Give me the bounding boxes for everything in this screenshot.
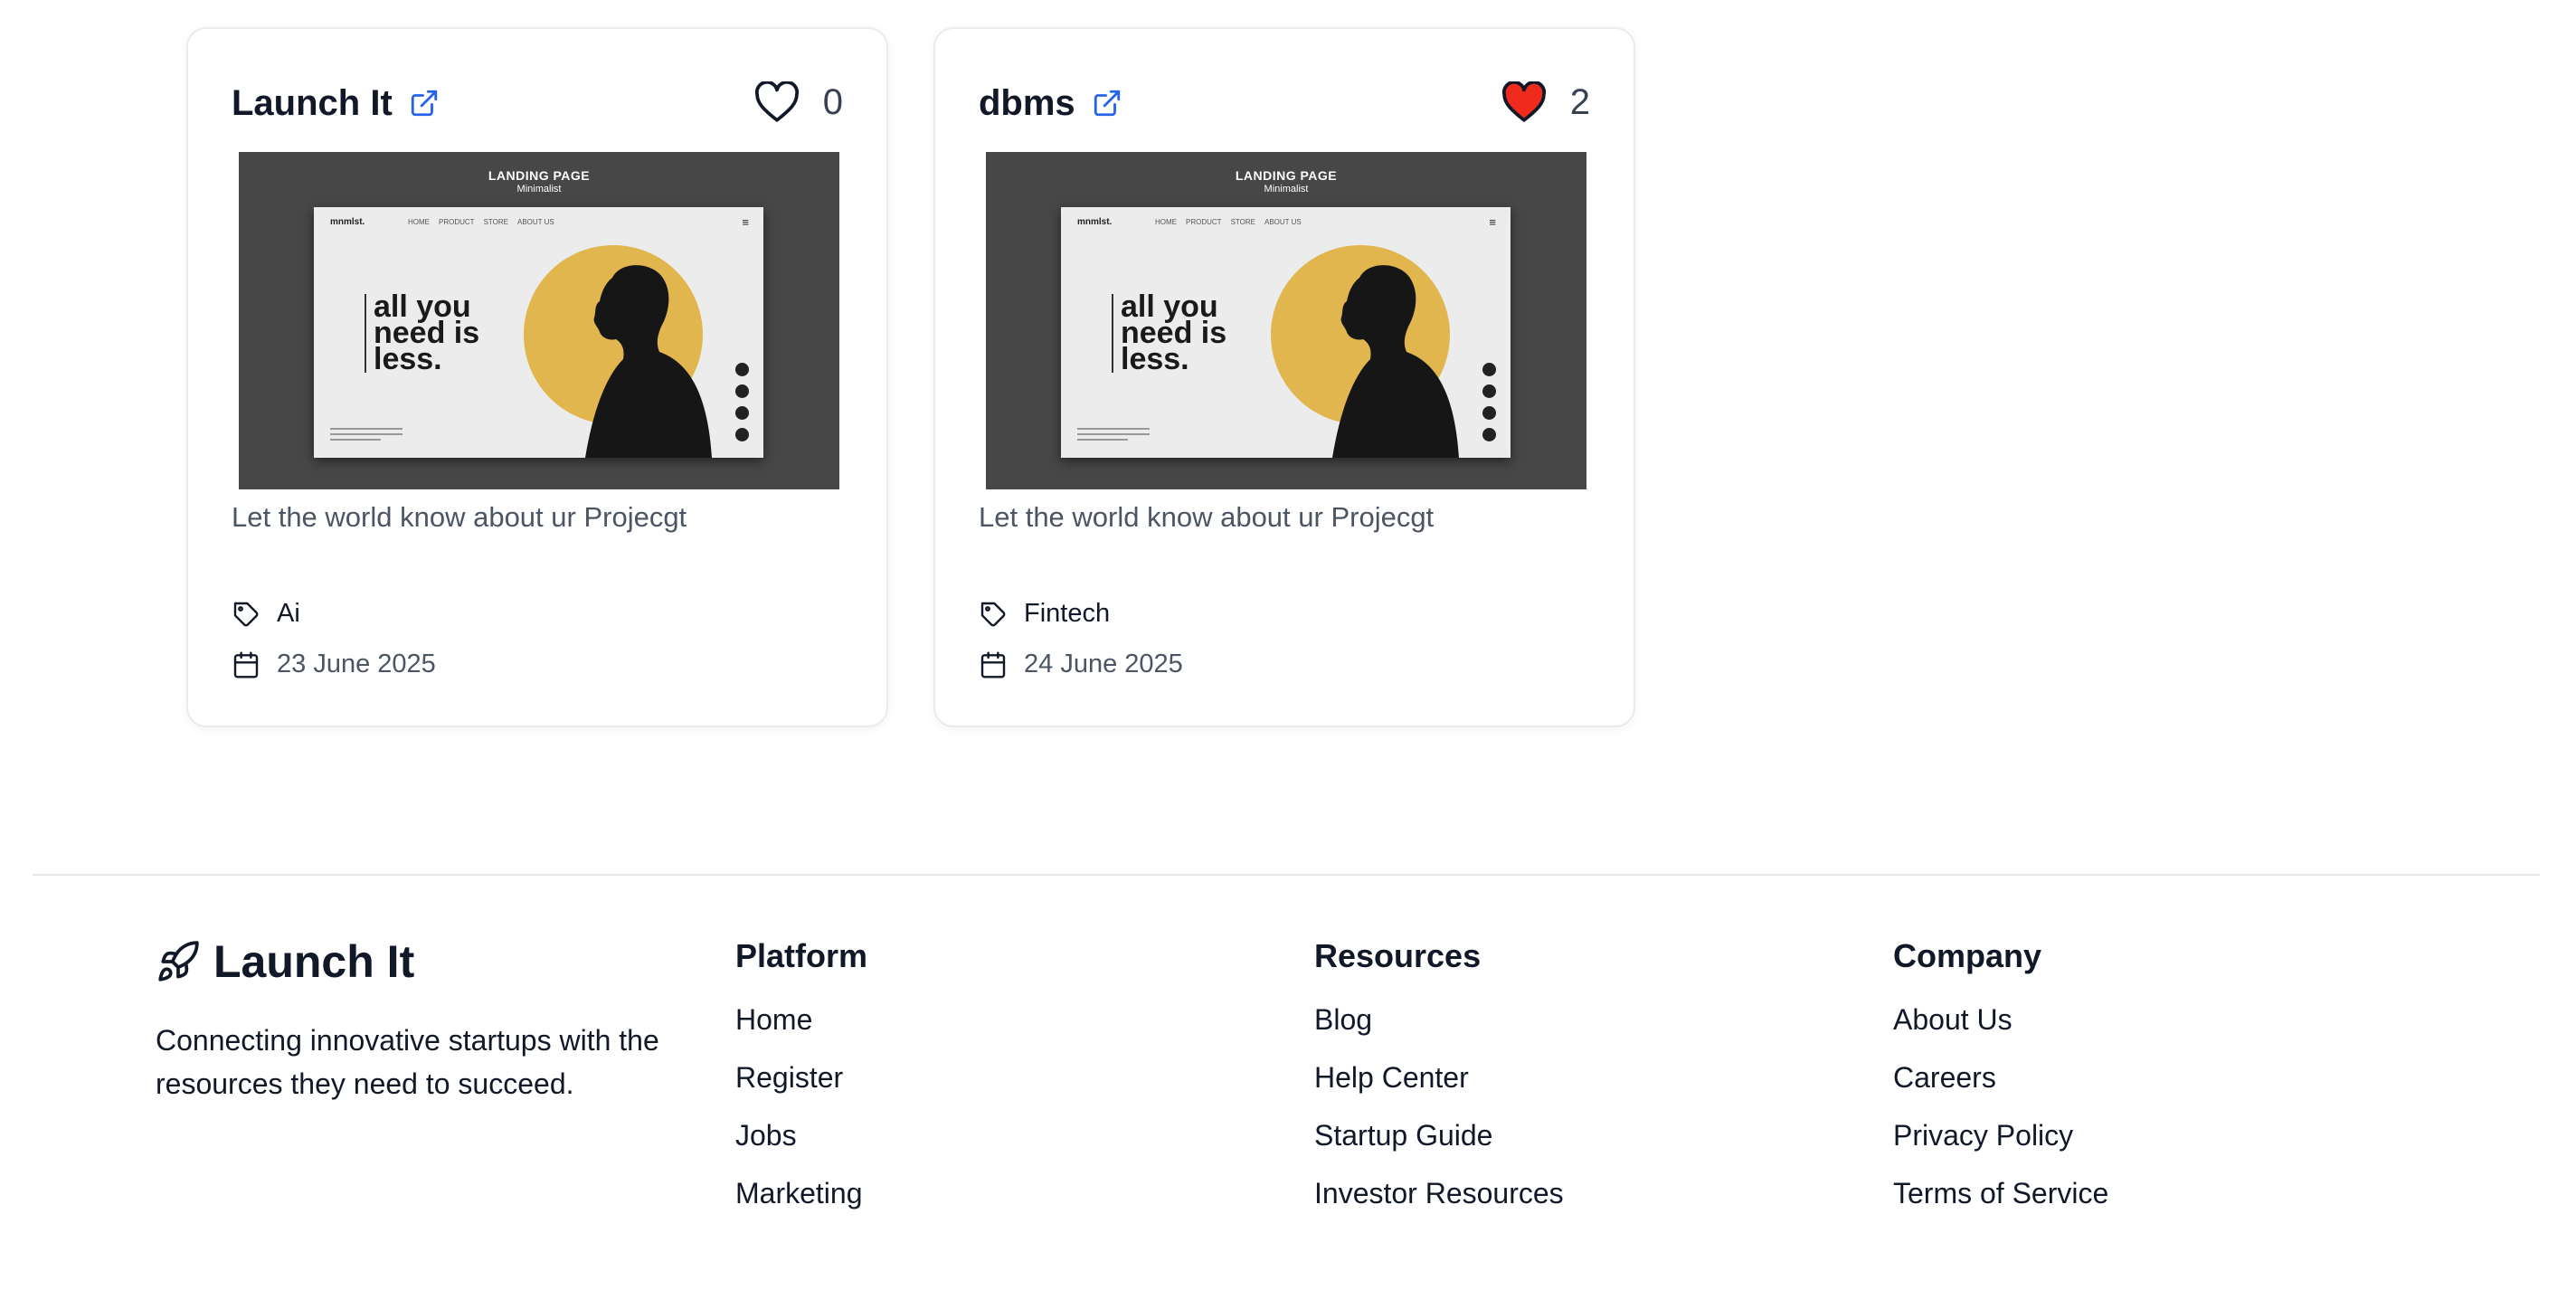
date-label: 23 June 2025 <box>277 650 436 678</box>
card-tag: Fintech <box>979 599 1110 629</box>
external-link-icon[interactable] <box>1092 88 1122 119</box>
preview-person-silhouette <box>585 265 712 458</box>
project-preview-image: LANDING PAGE Minimalist mnmlst. HOME PRO… <box>986 152 1586 489</box>
card-title[interactable]: Launch It <box>232 78 393 128</box>
preview-headline: all you need is less. <box>1112 291 1226 376</box>
preview-subtitle: Minimalist <box>516 184 562 194</box>
footer-brand-name[interactable]: Launch It <box>213 935 414 988</box>
preview-heading: LANDING PAGE Minimalist <box>239 168 839 194</box>
preview-headline-line: less. <box>1121 342 1189 376</box>
card-description: Let the world know about ur Projecgt <box>232 501 687 533</box>
card-title-link[interactable]: Launch It <box>232 78 440 128</box>
preview-nav-item: HOME <box>1155 218 1177 226</box>
footer-link-startup-guide[interactable]: Startup Guide <box>1314 1118 1564 1176</box>
tag-label: Fintech <box>1024 599 1111 628</box>
project-card: dbms 2 LANDING PAGE Minimalist mnmlst. H… <box>933 27 1635 727</box>
preview-social-icons <box>1482 363 1496 441</box>
preview-logo: mnmlst. <box>1077 217 1113 227</box>
footer-column-title: Resources <box>1314 937 1482 974</box>
footer-link-help-center[interactable]: Help Center <box>1314 1060 1564 1118</box>
footer-link-investor-resources[interactable]: Investor Resources <box>1314 1176 1564 1234</box>
footer-column-title: Platform <box>735 937 868 974</box>
project-preview-image: LANDING PAGE Minimalist mnmlst. HOME PRO… <box>239 152 839 489</box>
preview-heading: LANDING PAGE Minimalist <box>986 168 1586 194</box>
preview-subtitle: Minimalist <box>1264 184 1309 194</box>
footer-link-blog[interactable]: Blog <box>1314 1002 1564 1060</box>
card-header: Launch It 0 <box>232 78 843 141</box>
card-description: Let the world know about ur Projecgt <box>979 501 1435 533</box>
preview-footer-text <box>330 428 402 444</box>
preview-footer-text <box>1077 428 1150 444</box>
preview-nav-item: HOME <box>408 218 430 226</box>
calendar-icon <box>980 650 1006 678</box>
preview-nav-item: ABOUT US <box>516 218 554 226</box>
footer-link-privacy-policy[interactable]: Privacy Policy <box>1893 1118 2108 1176</box>
footer-brand[interactable]: Launch It <box>156 935 414 988</box>
footer-divider <box>33 874 2540 876</box>
footer-link-about-us[interactable]: About Us <box>1893 1002 2108 1060</box>
tag-icon <box>980 602 1006 626</box>
card-date: 23 June 2025 <box>232 650 436 679</box>
preview-nav: HOME PRODUCT STORE ABOUT US <box>408 218 554 226</box>
preview-mockup: mnmlst. HOME PRODUCT STORE ABOUT US ≡ al… <box>314 207 763 458</box>
preview-title: LANDING PAGE <box>488 168 591 183</box>
preview-headline: all you need is less. <box>365 291 479 376</box>
footer-link-terms-of-service[interactable]: Terms of Service <box>1893 1176 2108 1234</box>
preview-nav-item: STORE <box>1230 218 1255 226</box>
card-title-link[interactable]: dbms <box>979 78 1122 128</box>
preview-mockup: mnmlst. HOME PRODUCT STORE ABOUT US ≡ al… <box>1061 207 1511 458</box>
rocket-icon <box>158 941 199 982</box>
preview-menu-icon: ≡ <box>1489 215 1496 229</box>
preview-nav-item: PRODUCT <box>439 218 475 226</box>
preview-logo: mnmlst. <box>330 217 365 227</box>
tag-label: Ai <box>277 599 300 628</box>
footer-tagline: Connecting innovative startups with the … <box>156 1024 659 1100</box>
card-date: 24 June 2025 <box>979 650 1183 679</box>
date-label: 24 June 2025 <box>1024 650 1183 678</box>
preview-title: LANDING PAGE <box>1235 168 1338 183</box>
footer-link-marketing[interactable]: Marketing <box>735 1176 867 1234</box>
heart-icon[interactable] <box>754 81 800 123</box>
heart-icon[interactable] <box>1501 81 1547 123</box>
footer-column-title: Company <box>1893 937 2042 974</box>
card-tag: Ai <box>232 599 300 629</box>
project-card: Launch It 0 LANDING PAGE Minimalist mnml… <box>186 27 888 727</box>
footer-link-register[interactable]: Register <box>735 1060 867 1118</box>
preview-nav-item: ABOUT US <box>1264 218 1302 226</box>
like-count: 0 <box>822 81 843 122</box>
like-count: 2 <box>1569 81 1590 122</box>
tag-icon <box>233 602 259 626</box>
footer-link-careers[interactable]: Careers <box>1893 1060 2108 1118</box>
like-control: 2 <box>1501 81 1590 123</box>
preview-menu-icon: ≡ <box>742 215 749 229</box>
footer-link-home[interactable]: Home <box>735 1002 867 1060</box>
footer-link-jobs[interactable]: Jobs <box>735 1118 867 1176</box>
preview-person-silhouette <box>1332 265 1459 458</box>
card-header: dbms 2 <box>979 78 1590 141</box>
preview-nav-item: STORE <box>483 218 508 226</box>
footer-column-platform: Platform Home Register Jobs Marketing <box>735 937 867 1234</box>
preview-nav: HOME PRODUCT STORE ABOUT US <box>1155 218 1302 226</box>
footer-column-company: Company About Us Careers Privacy Policy … <box>1893 937 2108 1234</box>
like-control: 0 <box>754 81 843 123</box>
preview-social-icons <box>735 363 749 441</box>
footer-column-resources: Resources Blog Help Center Startup Guide… <box>1314 937 1564 1234</box>
preview-nav-item: PRODUCT <box>1186 218 1222 226</box>
calendar-icon <box>233 650 259 678</box>
card-title[interactable]: dbms <box>979 78 1075 128</box>
external-link-icon[interactable] <box>409 88 440 119</box>
preview-headline-line: less. <box>374 342 442 376</box>
